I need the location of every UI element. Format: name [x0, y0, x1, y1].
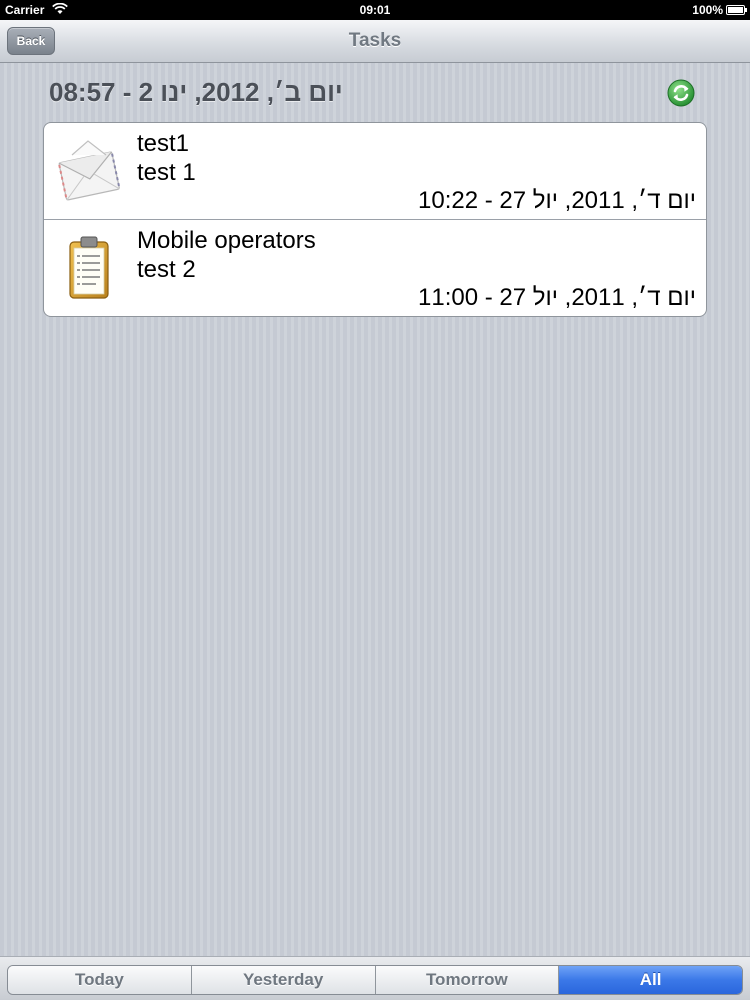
filter-segmented-control: Today Yesterday Tomorrow All — [7, 965, 743, 995]
task-subtitle: test 1 — [137, 158, 196, 186]
tab-all[interactable]: All — [559, 966, 742, 994]
task-title: test1 — [137, 130, 190, 157]
task-row[interactable]: test1 test 1 יום ד׳, 2011, יול 27 - 10:2… — [44, 123, 706, 220]
refresh-icon — [667, 79, 695, 107]
battery-percentage: 100% — [692, 3, 723, 17]
envelope-icon — [58, 140, 121, 201]
refresh-button[interactable] — [667, 79, 695, 107]
page-title: Tasks — [348, 30, 402, 51]
task-date: יום ד׳, 2011, יול 27 - 10:22 — [418, 187, 696, 214]
task-subtitle: test 2 — [137, 255, 196, 283]
clipboard-icon — [69, 236, 109, 299]
current-date-header: יום ב׳, 2012, ינו 2 - 08:57 — [49, 77, 343, 107]
tasks-list: test1 test 1 יום ד׳, 2011, יול 27 - 10:2… — [43, 122, 707, 317]
bottom-toolbar: Today Yesterday Tomorrow All — [0, 956, 750, 1000]
status-bar: Carrier 09:01 100% — [0, 0, 750, 20]
status-time: 09:01 — [359, 3, 391, 17]
tab-today[interactable]: Today — [8, 966, 192, 994]
navigation-bar: Back Tasks — [0, 20, 750, 63]
tab-yesterday[interactable]: Yesterday — [191, 966, 376, 994]
tab-tomorrow[interactable]: Tomorrow — [375, 966, 560, 994]
task-row[interactable]: Mobile operators test 2 יום ד׳, 2011, יו… — [44, 220, 706, 316]
task-date: יום ד׳, 2011, יול 27 - 11:00 — [418, 284, 696, 311]
battery-icon — [726, 5, 747, 15]
task-title: Mobile operators — [137, 227, 316, 254]
